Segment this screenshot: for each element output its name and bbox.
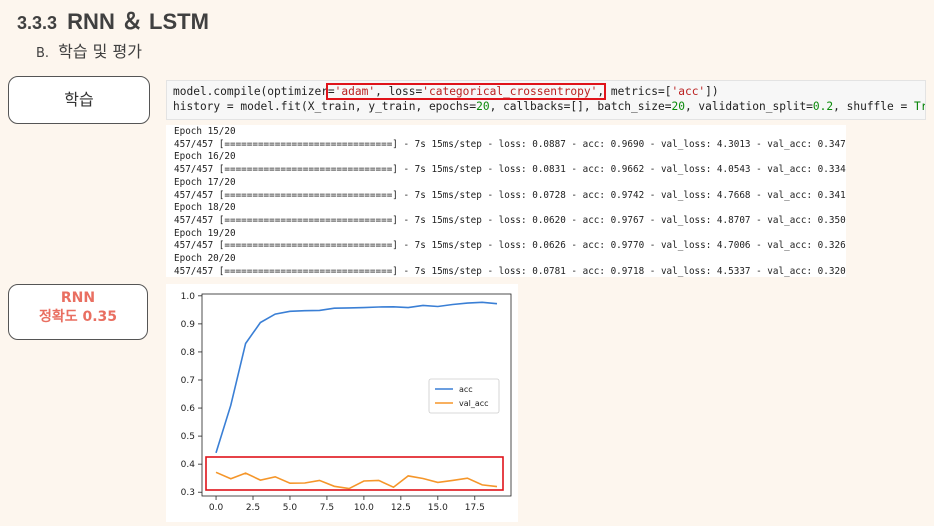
x-tick-label: 15.0 bbox=[428, 503, 448, 513]
train-label-box: 학습 bbox=[8, 76, 150, 124]
page-title: 3.3.3 RNN ＆ LSTM bbox=[17, 4, 209, 36]
accuracy-chart-svg: 0.3 0.4 0.5 0.6 0.7 0.8 0.9 1.0 0.0 2.5 5.0 7.5 10.0… bbox=[181, 292, 512, 513]
subtitle-text: 학습 및 평가 bbox=[58, 42, 142, 61]
y-tick-label: 0.9 bbox=[181, 320, 196, 330]
log-line: 457/457 [==============================]… bbox=[174, 265, 846, 277]
log-line: 457/457 [==============================]… bbox=[174, 164, 846, 176]
section-title: RNN ＆ LSTM bbox=[67, 9, 209, 34]
log-line: Epoch 17/20 bbox=[174, 176, 236, 188]
y-tick-label: 0.8 bbox=[181, 348, 196, 358]
log-line: 457/457 [==============================]… bbox=[174, 214, 846, 226]
code-line-fit: history = model.fit(X_train, y_train, ep… bbox=[173, 100, 925, 113]
y-tick-label: 0.6 bbox=[181, 404, 196, 414]
legend-label: acc bbox=[459, 385, 473, 394]
subtitle-letter: B. bbox=[36, 46, 50, 61]
legend-label: val_acc bbox=[459, 399, 489, 408]
accuracy-chart: 0.3 0.4 0.5 0.6 0.7 0.8 0.9 1.0 0.0 2.5 5.0 7.5 10.0… bbox=[166, 284, 518, 522]
y-tick-label: 0.4 bbox=[181, 460, 196, 470]
y-tick-label: 0.7 bbox=[181, 376, 195, 386]
code-highlight-box: ='adam', loss='categorical_crossentropy'… bbox=[325, 83, 607, 100]
y-tick-label: 0.3 bbox=[181, 488, 195, 498]
x-tick-label: 10.0 bbox=[354, 503, 374, 513]
log-line: Epoch 15/20 bbox=[174, 126, 236, 137]
result-accuracy-label: 정확도 0.35 bbox=[38, 309, 118, 325]
log-line: Epoch 18/20 bbox=[174, 202, 236, 214]
log-line: 457/457 [==============================]… bbox=[174, 240, 846, 252]
y-tick-label: 1.0 bbox=[181, 292, 196, 302]
x-tick-label: 2.5 bbox=[246, 503, 260, 513]
log-line: Epoch 20/20 bbox=[174, 253, 236, 265]
code-cell[interactable]: model.compile(optimizer='adam', loss='ca… bbox=[166, 80, 926, 120]
x-tick-label: 5.0 bbox=[283, 503, 298, 513]
training-log: Epoch 15/20 457/457 [====================… bbox=[166, 125, 846, 277]
x-tick-label: 0.0 bbox=[209, 503, 224, 513]
x-tick-label: 17.5 bbox=[465, 503, 485, 513]
log-line: Epoch 16/20 bbox=[174, 151, 236, 163]
log-line: 457/457 [==============================]… bbox=[174, 138, 846, 150]
log-line: 457/457 [==============================]… bbox=[174, 189, 846, 201]
result-box: RNN 정확도 0.35 bbox=[8, 284, 148, 340]
y-tick-label: 0.5 bbox=[181, 432, 195, 442]
x-tick-label: 12.5 bbox=[391, 503, 411, 513]
train-label: 학습 bbox=[64, 90, 94, 109]
page-subtitle: B. 학습 및 평가 bbox=[36, 38, 142, 62]
log-line: Epoch 19/20 bbox=[174, 227, 236, 239]
code-line-compile: model.compile(optimizer='adam', loss='ca… bbox=[173, 83, 719, 100]
result-model-label: RNN bbox=[60, 290, 96, 306]
section-number: 3.3.3 bbox=[17, 13, 58, 33]
x-tick-label: 7.5 bbox=[320, 503, 334, 513]
